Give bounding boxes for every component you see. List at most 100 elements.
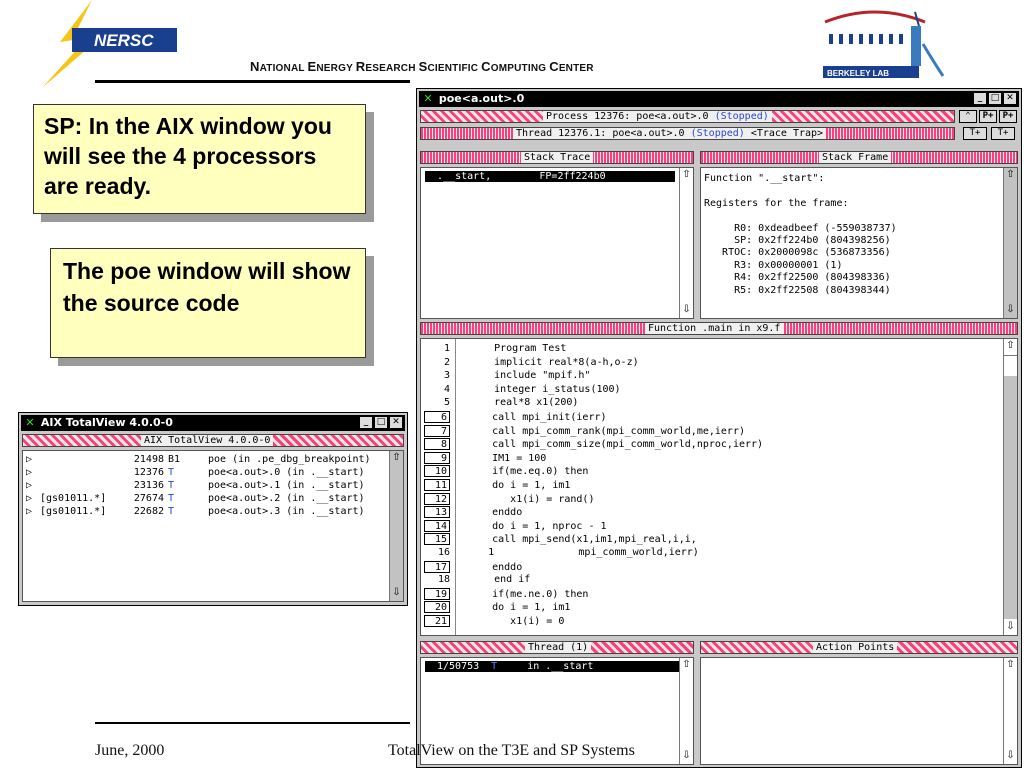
- source-line[interactable]: 17 enddo: [421, 560, 763, 575]
- process-row[interactable]: ▷ 21498 B1 poe (in .pe_dbg_breakpoint): [26, 454, 371, 467]
- source-line[interactable]: 10 if(me.eq.0) then: [421, 465, 763, 479]
- maximize-button[interactable]: □: [374, 416, 388, 429]
- source-line[interactable]: 11 do i = 1, im1: [421, 478, 763, 493]
- source-code: do i = 1, nproc - 1: [456, 520, 607, 532]
- header-rule: [95, 80, 410, 83]
- line-number: 3: [443, 370, 450, 382]
- action-points-scrollbar[interactable]: ⇧ ⇩: [1003, 658, 1017, 764]
- line-number[interactable]: 12: [424, 492, 450, 505]
- poe-window-titlebar[interactable]: ✕ poe<a.out>.0 _ □ ✕: [419, 91, 1019, 107]
- scroll-down-icon[interactable]: ⇩: [681, 750, 692, 762]
- scroll-up-icon[interactable]: ⇧: [1005, 169, 1016, 181]
- line-number[interactable]: 6: [424, 410, 450, 423]
- line-number[interactable]: 21: [424, 614, 450, 627]
- minimize-button[interactable]: _: [973, 92, 987, 105]
- source-line[interactable]: 6 call mpi_init(ierr): [421, 410, 763, 425]
- scroll-down-icon[interactable]: ⇩: [391, 587, 402, 599]
- source-line[interactable]: 18 end if: [421, 574, 763, 588]
- source-line[interactable]: 21 x1(i) = 0: [421, 614, 763, 629]
- action-points-pane[interactable]: ⇧ ⇩: [700, 657, 1018, 765]
- scroll-down-icon[interactable]: ⇩: [1005, 304, 1016, 316]
- source-line[interactable]: 14 do i = 1, nproc - 1: [421, 519, 763, 534]
- process-description: poe<a.out>.2 (in .__start): [208, 493, 365, 504]
- source-line[interactable]: 3 include "mpif.h": [421, 370, 763, 384]
- line-number[interactable]: 8: [424, 438, 450, 451]
- poe-window[interactable]: ✕ poe<a.out>.0 _ □ ✕ Process 12376: poe<…: [416, 88, 1022, 768]
- source-scrollbar[interactable]: ⇧ ⇩: [1003, 339, 1017, 635]
- stack-trace-scrollbar[interactable]: ⇧ ⇩: [679, 168, 693, 318]
- scroll-down-icon[interactable]: ⇩: [681, 304, 692, 316]
- line-number[interactable]: 11: [424, 478, 450, 491]
- process-row[interactable]: ▷ [gs01011.*] 22682 Tpoe<a.out>.3 (in .__st…: [26, 506, 371, 519]
- aix-totalview-window[interactable]: ✕ AIX TotalView 4.0.0-0 _ □ ✕ AIX TotalV…: [18, 412, 408, 606]
- expand-triangle-icon[interactable]: ▷: [26, 506, 36, 517]
- stack-trace-pane[interactable]: .__start, FP=2ff224b0 ⇧ ⇩: [420, 167, 694, 319]
- line-number[interactable]: 7: [424, 424, 450, 437]
- prev-thread-button[interactable]: T+: [991, 127, 1015, 140]
- scroll-down-icon[interactable]: ⇩: [1005, 750, 1016, 762]
- expand-triangle-icon[interactable]: ▷: [26, 480, 36, 491]
- maximize-button[interactable]: □: [988, 92, 1002, 105]
- expand-triangle-icon[interactable]: ▷: [26, 493, 36, 504]
- scroll-up-icon[interactable]: ⇧: [681, 169, 692, 181]
- source-line[interactable]: 1 Program Test: [421, 343, 763, 357]
- scroll-up-icon[interactable]: ⇧: [681, 659, 692, 671]
- source-line[interactable]: 9 IM1 = 100: [421, 451, 763, 466]
- process-description: poe<a.out>.1 (in .__start): [208, 480, 365, 491]
- line-number[interactable]: 15: [424, 533, 450, 546]
- thread-trace-trap: <Trace Trap>: [744, 128, 824, 139]
- prev-process-button[interactable]: P+: [999, 110, 1017, 123]
- source-line[interactable]: 13 enddo: [421, 506, 763, 520]
- thread-entry-location: in .__start: [527, 661, 594, 672]
- source-line[interactable]: 15 call mpi_send(x1,im1,mpi_real,i,i,: [421, 533, 763, 547]
- line-number: 16: [437, 546, 450, 558]
- stack-trace-header: Stack Trace: [420, 151, 694, 164]
- line-number[interactable]: 9: [424, 451, 450, 464]
- process-state: T: [168, 480, 175, 491]
- expand-triangle-icon[interactable]: ▷: [26, 454, 36, 465]
- stack-frame-scrollbar[interactable]: ⇧ ⇩: [1003, 168, 1017, 318]
- line-number[interactable]: 20: [424, 601, 450, 614]
- source-line[interactable]: 20 do i = 1, im1: [421, 601, 763, 615]
- line-number[interactable]: 10: [424, 465, 450, 478]
- source-line[interactable]: 12 x1(i) = rand(): [421, 492, 763, 507]
- source-line[interactable]: 8 call mpi_comm_size(mpi_comm_world,npro…: [421, 438, 763, 452]
- up-arrow-button[interactable]: ⌃: [959, 110, 977, 123]
- next-process-button[interactable]: P+: [979, 110, 997, 123]
- minimize-button[interactable]: _: [359, 416, 373, 429]
- source-line[interactable]: 19 if(me.ne.0) then: [421, 587, 763, 602]
- next-thread-button[interactable]: T+: [963, 127, 987, 140]
- source-line[interactable]: 4 integer i_status(100): [421, 384, 763, 398]
- source-code: implicit real*8(a-h,o-z): [458, 356, 639, 368]
- source-line[interactable]: 7 call mpi_comm_rank(mpi_comm_world,me,i…: [421, 424, 763, 439]
- source-line[interactable]: 5 real*8 x1(200): [421, 397, 763, 411]
- expand-triangle-icon[interactable]: ▷: [26, 467, 36, 478]
- scroll-up-icon[interactable]: ⇧: [391, 452, 402, 464]
- line-number[interactable]: 13: [424, 506, 450, 519]
- source-scroll-thumb[interactable]: [1004, 355, 1017, 377]
- line-number[interactable]: 14: [424, 519, 450, 532]
- process-row[interactable]: ▷ 12376 Tpoe<a.out>.0 (in .__start): [26, 467, 371, 480]
- berkeley-lab-logo: BERKELEY LAB: [823, 10, 945, 78]
- aix-process-list[interactable]: ▷ 21498 B1 poe (in .pe_dbg_breakpoint) ▷ 1237…: [22, 450, 404, 602]
- aix-scrollbar[interactable]: ⇧ ⇩: [389, 451, 403, 601]
- process-pid: 12376: [133, 467, 164, 478]
- line-number[interactable]: 19: [424, 587, 450, 600]
- scroll-up-icon[interactable]: ⇧: [1005, 659, 1016, 671]
- close-button[interactable]: ✕: [389, 416, 403, 429]
- close-button[interactable]: ✕: [1003, 92, 1017, 105]
- process-row[interactable]: ▷ [gs01011.*] 27674 Tpoe<a.out>.2 (in .__st…: [26, 493, 371, 506]
- thread-entry[interactable]: 1/50753 Tin .__start: [425, 661, 679, 672]
- thread-scrollbar[interactable]: ⇧ ⇩: [679, 658, 693, 764]
- aix-window-titlebar[interactable]: ✕ AIX TotalView 4.0.0-0 _ □ ✕: [21, 415, 405, 431]
- process-row[interactable]: ▷ 23136 Tpoe<a.out>.1 (in .__start): [26, 480, 371, 493]
- stack-frame-pane[interactable]: Function ".__start": Registers for the fr…: [700, 167, 1018, 319]
- stack-trace-entry[interactable]: .__start, FP=2ff224b0: [425, 171, 675, 182]
- source-line[interactable]: 16 1 mpi_comm_world,ierr): [421, 547, 763, 561]
- line-number[interactable]: 17: [424, 560, 450, 573]
- source-pane[interactable]: 1 Program Test 2 implicit real*8(a-h,o-z)…: [420, 338, 1018, 636]
- scroll-down-icon[interactable]: ⇩: [1005, 621, 1016, 633]
- process-state: T: [168, 493, 175, 504]
- source-line[interactable]: 2 implicit real*8(a-h,o-z): [421, 357, 763, 371]
- scroll-up-icon[interactable]: ⇧: [1005, 340, 1016, 352]
